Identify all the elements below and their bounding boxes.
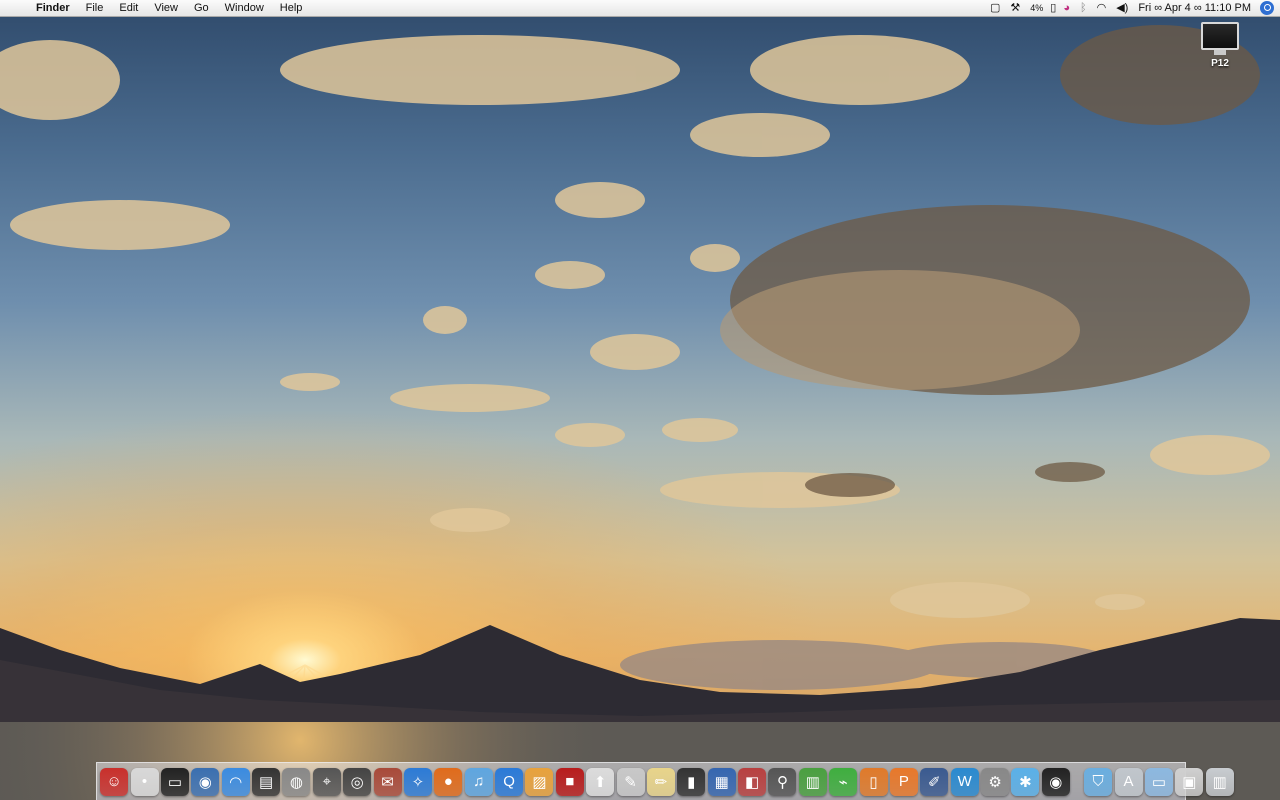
pages-icon[interactable]: P (889, 767, 918, 796)
file-icon[interactable]: ▮ (677, 767, 706, 796)
pencil-icon[interactable]: ✐ (920, 767, 949, 796)
dock: ☺ • ▭ ◉ ◠ ▤ ◍ ⌖ ◎ ✉ ✧ ● ♫ Q ▨ ■ ⬆ ✎ ✏ ▮ ▦ ◧ ⚲ ▥ ⌁ ▯ P ✐ W ⚙ ✱ ◉ ⛉ A ▭ ▣ ▥ (96, 762, 1234, 800)
itunes-icon[interactable]: ♫ (464, 767, 493, 796)
disk-utility-icon[interactable]: ◍ (282, 767, 311, 796)
menu-file[interactable]: File (78, 0, 112, 17)
network-utility-icon[interactable]: ⌖ (312, 767, 341, 796)
documents-folder-icon[interactable]: ▭ (1144, 767, 1173, 796)
firefox-icon[interactable]: ● (434, 767, 463, 796)
keynote-icon[interactable]: ▯ (859, 767, 888, 796)
textedit-icon[interactable]: ✏ (646, 767, 675, 796)
volume-icon[interactable]: ◀) (1111, 0, 1133, 17)
desktop-drive-icon[interactable]: P12 (1196, 22, 1244, 69)
wifi-icon[interactable]: ◠ (1092, 0, 1112, 17)
menu-edit[interactable]: Edit (111, 0, 146, 17)
desktop-drive-label: P12 (1211, 58, 1229, 69)
battery-percent[interactable]: 4% (1025, 0, 1048, 17)
word-icon[interactable]: W (950, 767, 979, 796)
stamp-icon[interactable]: ✉ (373, 767, 402, 796)
grapher-icon[interactable]: ▥ (798, 767, 827, 796)
script-editor-icon[interactable]: ✎ (616, 767, 645, 796)
applications-folder-icon[interactable]: A (1114, 767, 1143, 796)
network-icon[interactable]: ◉ (191, 767, 220, 796)
parallels-icon[interactable]: ◧ (738, 767, 767, 796)
bluetooth-icon[interactable]: ᛒ (1075, 0, 1092, 17)
system-info-icon[interactable]: • (130, 767, 159, 796)
iphoto-icon[interactable]: ▨ (525, 767, 554, 796)
photo-booth-icon[interactable]: ■ (555, 767, 584, 796)
battery-icon[interactable]: ▯ (1048, 0, 1058, 17)
menu-window[interactable]: Window (217, 0, 272, 17)
menu-view[interactable]: View (146, 0, 186, 17)
shield-icon[interactable]: ⛉ (1084, 767, 1113, 796)
menu-bar: Finder File Edit View Go Window Help ▢ ⚒… (0, 0, 1280, 17)
snowflake-icon[interactable]: ✱ (1011, 767, 1040, 796)
clock[interactable]: Fri ∞ Apr 4 ∞ 11:10 PM (1133, 0, 1256, 17)
camera-icon[interactable]: ◉ (1041, 767, 1070, 796)
flickr-uploadr-icon[interactable]: ⬆ (586, 767, 615, 796)
dock-apps: ☺ • ▭ ◉ ◠ ▤ ◍ ⌖ ◎ ✉ ✧ ● ♫ Q ▨ ■ ⬆ ✎ ✏ ▮ ▦ ◧ ⚲ ▥ ⌁ ▯ P ✐ W ⚙ ✱ ◉ (99, 767, 1071, 796)
tools-icon[interactable]: ⚒ (1005, 0, 1025, 17)
app-menu-finder[interactable]: Finder (28, 0, 78, 17)
activity-monitor-icon[interactable]: ▤ (252, 767, 281, 796)
preview-icon[interactable]: ⚲ (768, 767, 797, 796)
landscape-illustration (0, 25, 1280, 800)
color-picker-icon[interactable]: ◕ (1058, 0, 1075, 17)
menu-help[interactable]: Help (272, 0, 311, 17)
dvd-player-icon[interactable]: ◎ (343, 767, 372, 796)
remote-desktop-icon[interactable]: ▦ (707, 767, 736, 796)
monitor-icon (1201, 22, 1239, 50)
automator-icon[interactable]: ⚙ (981, 767, 1010, 796)
trash-icon[interactable]: ▥ (1205, 767, 1234, 796)
grabber-icon[interactable]: ⌁ (829, 767, 858, 796)
airport-icon[interactable]: ◠ (221, 767, 250, 796)
desktop-wallpaper (0, 0, 1280, 800)
menu-extras: ▢ ⚒ 4% ▯ ◕ ᛒ ◠ ◀) Fri ∞ Apr 4 ∞ 11:10 PM (985, 0, 1280, 17)
safari-icon[interactable]: ✧ (403, 767, 432, 796)
quicktime-icon[interactable]: Q (495, 767, 524, 796)
finder-icon[interactable]: ☺ (100, 767, 129, 796)
menu-go[interactable]: Go (186, 0, 217, 17)
dock-others: ⛉ A ▭ ▣ ▥ (1083, 767, 1235, 796)
spotlight-search-icon[interactable] (1260, 1, 1274, 15)
terminal-icon[interactable]: ▭ (160, 767, 189, 796)
downloads-stack-icon[interactable]: ▣ (1175, 767, 1204, 796)
spaces-icon[interactable]: ▢ (985, 0, 1005, 17)
